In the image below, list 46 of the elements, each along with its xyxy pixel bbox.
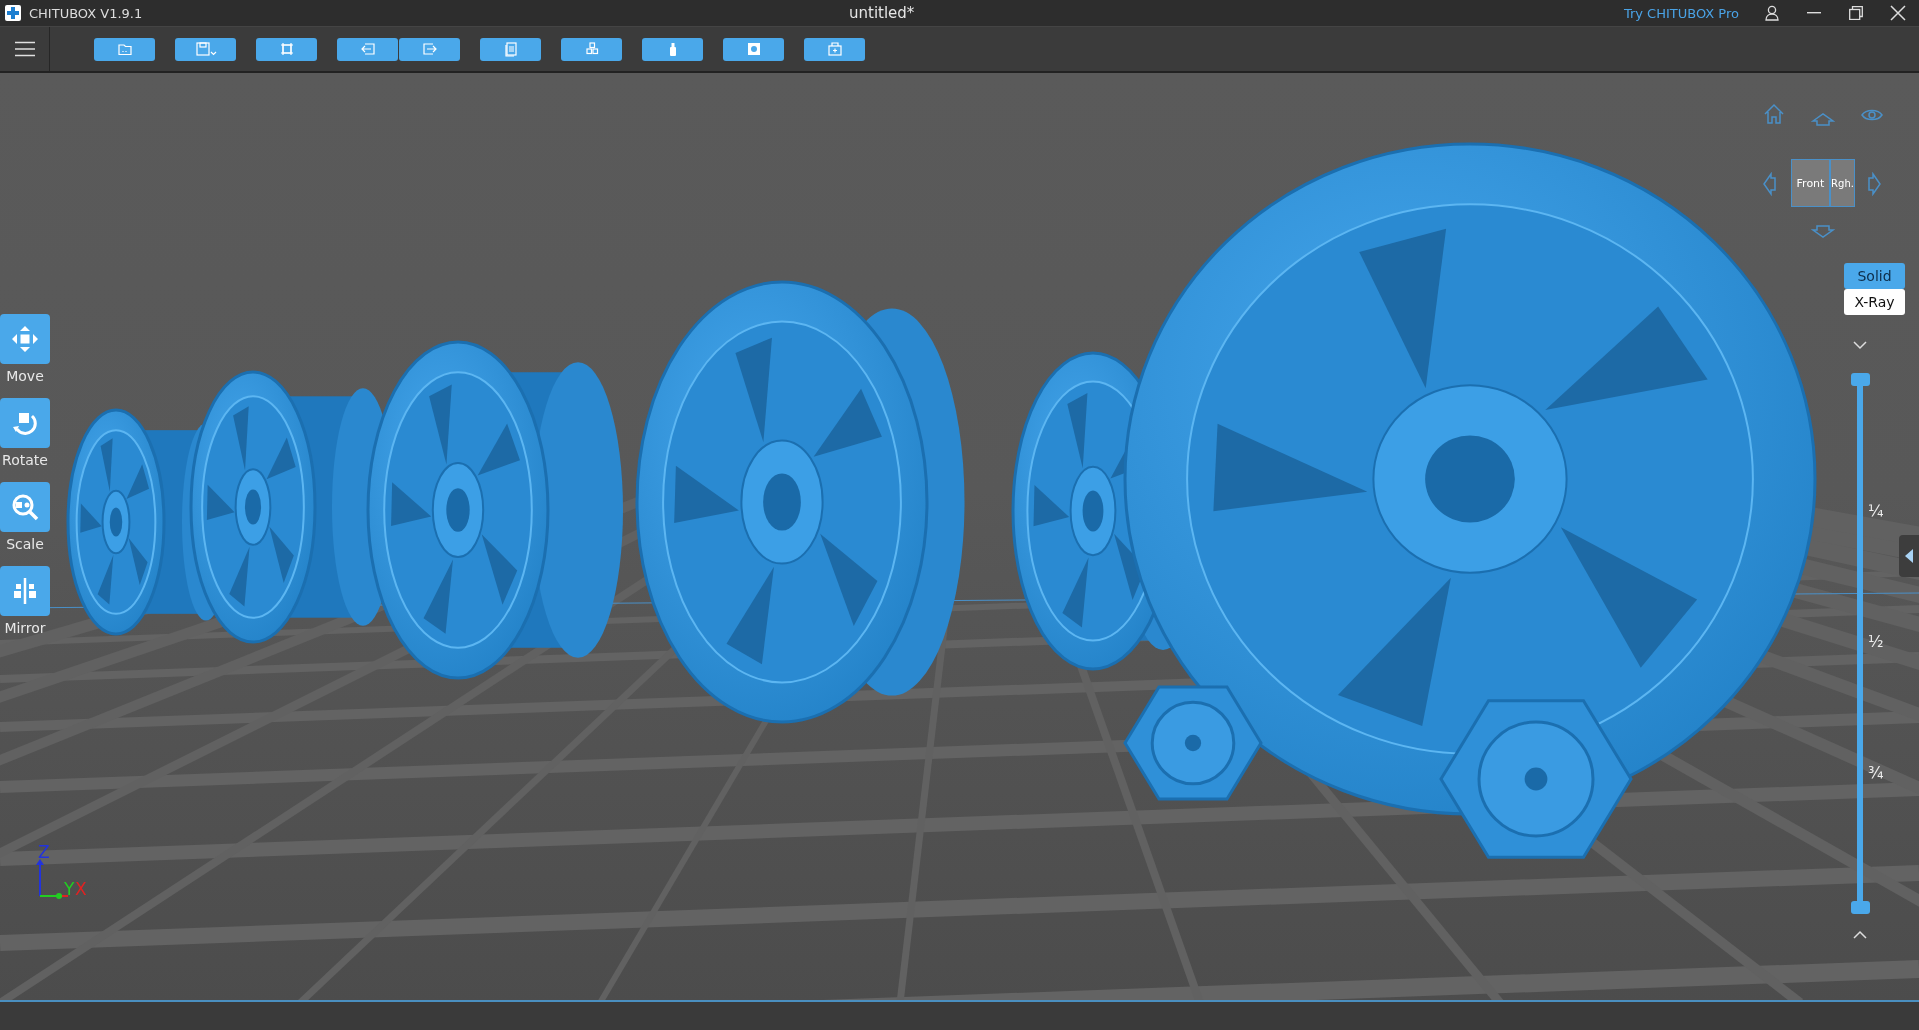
undo-icon — [359, 41, 376, 57]
cube-face-label[interactable]: Front — [1792, 160, 1831, 206]
slider-handle[interactable] — [1851, 373, 1870, 386]
user-icon[interactable] — [1765, 5, 1779, 21]
open-folder-icon — [116, 41, 133, 57]
render-mode-button[interactable]: Solid — [1844, 263, 1905, 289]
restore-icon[interactable] — [1849, 6, 1863, 20]
slider-tick-label: ½ — [1868, 632, 1884, 651]
save-button[interactable] — [175, 37, 236, 61]
hollow-square-icon — [745, 41, 762, 57]
document-list-button[interactable] — [480, 37, 541, 61]
side-panel-toggle[interactable] — [1899, 535, 1919, 577]
crop-frame-button[interactable] — [256, 37, 317, 61]
cube-face-label[interactable]: Rgh. — [1831, 160, 1854, 206]
redo-button[interactable] — [399, 37, 460, 61]
axis-label: Y — [64, 879, 75, 899]
minimize-icon[interactable] — [1807, 12, 1821, 14]
redo-icon — [421, 41, 438, 57]
move-arrows-icon — [10, 324, 40, 354]
axis-label: Z — [38, 842, 50, 862]
undo-button[interactable] — [337, 37, 398, 61]
slider-tick-label: ¾ — [1868, 763, 1884, 782]
app-logo-icon — [5, 5, 21, 21]
scale-magnifier-icon — [10, 492, 40, 522]
hollow-square-button[interactable] — [723, 37, 784, 61]
close-icon[interactable] — [1890, 5, 1906, 21]
document-list-icon — [502, 41, 519, 57]
app-title: CHITUBOX V1.9.1 — [29, 5, 144, 21]
slice-box-button[interactable] — [804, 37, 865, 61]
document-title: untitled* — [849, 4, 916, 22]
open-folder-button[interactable] — [94, 37, 155, 61]
cubes-icon — [583, 41, 600, 57]
collapse-arrow-icon — [1904, 548, 1914, 564]
upgrade-link[interactable]: Try CHITUBOX Pro — [1623, 5, 1739, 21]
support-bottle-button[interactable] — [642, 37, 703, 61]
slice-box-icon — [826, 41, 843, 57]
save-icon — [194, 41, 217, 57]
chevron-up-icon[interactable] — [1852, 930, 1868, 940]
cubes-button[interactable] — [561, 37, 622, 61]
slider-handle[interactable] — [1851, 901, 1870, 914]
axis-label: X — [75, 879, 87, 899]
slider-tick-label: ¼ — [1868, 501, 1884, 520]
chevron-down-icon[interactable] — [1852, 340, 1868, 350]
menu-icon[interactable] — [14, 41, 35, 57]
render-mode-button[interactable]: X-Ray — [1844, 289, 1905, 315]
crop-frame-icon — [278, 41, 295, 57]
